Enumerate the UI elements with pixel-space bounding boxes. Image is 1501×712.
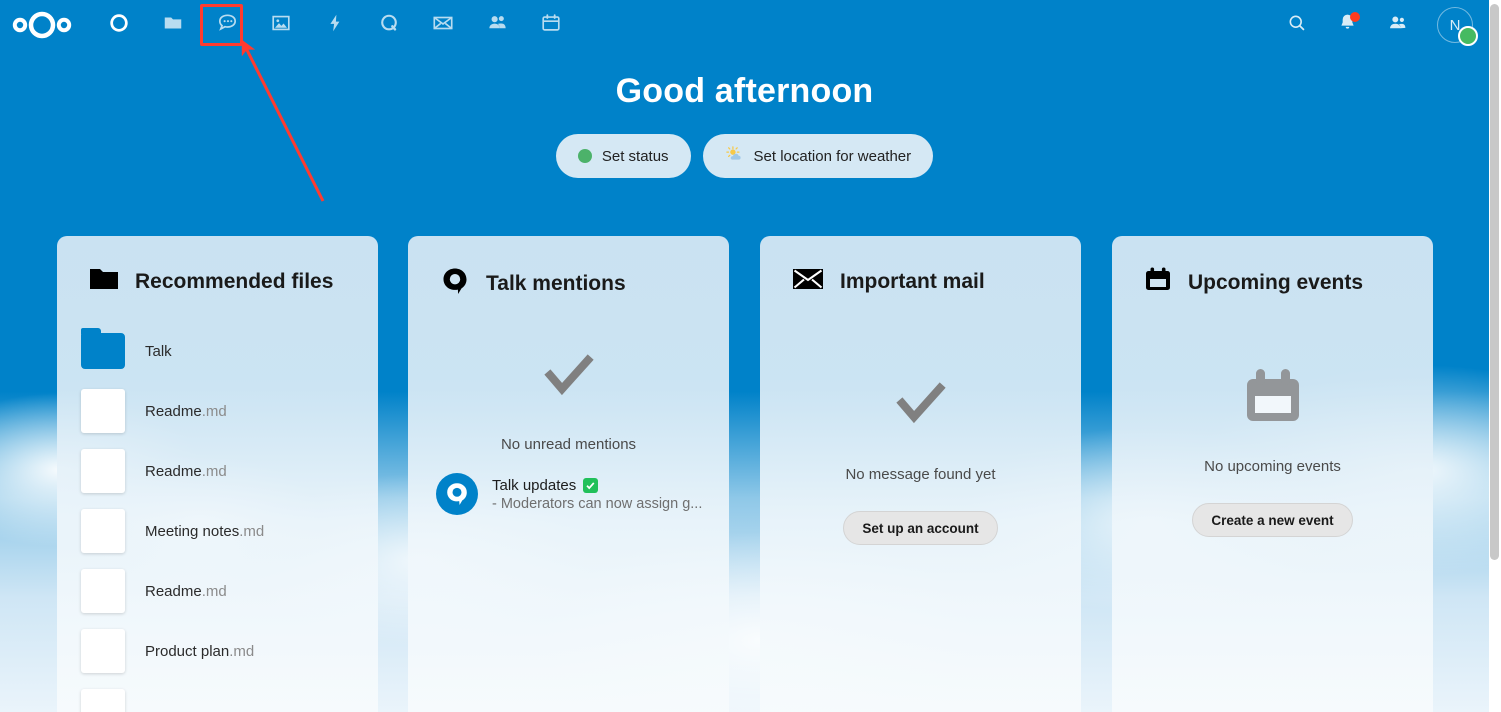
checkmark-icon — [892, 375, 950, 438]
app-header: N — [0, 0, 1489, 50]
list-item[interactable]: Product plan.md — [57, 621, 378, 681]
checkmark-icon — [540, 347, 598, 410]
header-actions: N — [1283, 0, 1478, 50]
file-name: Readme.md — [145, 582, 227, 600]
talk-update-item[interactable]: Talk updates - Moderators can now assign… — [408, 473, 729, 515]
talk-update-title: Talk updates — [492, 477, 702, 494]
folder-thumbnail-icon — [81, 328, 125, 369]
document-thumbnail-icon — [81, 389, 125, 433]
nav-item-dashboard[interactable] — [92, 0, 146, 50]
verified-check-icon — [583, 477, 599, 493]
document-thumbnail-icon — [81, 509, 125, 553]
widget-header: Important mail — [760, 236, 1081, 297]
folder-icon — [89, 266, 119, 297]
widget-header: Upcoming events — [1112, 236, 1433, 299]
contacts-icon — [1387, 12, 1408, 38]
calendar-icon — [540, 12, 562, 39]
widget-header: Talk mentions — [408, 236, 729, 301]
set-status-label: Set status — [601, 147, 669, 165]
talk-update-subtitle: - Moderators can now assign g... — [492, 495, 703, 512]
dashboard-widgets: Recommended files Talk Readme.md Readme.… — [0, 236, 1489, 712]
file-name: Readme.md — [145, 462, 227, 480]
list-item[interactable]: Readme.md — [57, 381, 378, 441]
file-list: Talk Readme.md Readme.md Meeting notes.m… — [57, 297, 378, 712]
widget-title: Talk mentions — [486, 271, 626, 295]
contacts-menu-button[interactable] — [1383, 11, 1411, 39]
circle-q-icon — [378, 12, 400, 39]
widget-upcoming-events: Upcoming events No upcoming events Creat… — [1112, 236, 1433, 712]
scrollbar-thumb[interactable] — [1490, 4, 1499, 560]
document-thumbnail-icon — [81, 569, 125, 613]
widget-recommended-files: Recommended files Talk Readme.md Readme.… — [57, 236, 378, 712]
talk-avatar — [436, 473, 478, 515]
nav-item-talk[interactable] — [200, 0, 254, 50]
widget-important-mail: Important mail No message found yet Set … — [760, 236, 1081, 712]
list-item[interactable]: Talk — [57, 321, 378, 381]
empty-state: No message found yet Set up an account — [760, 375, 1081, 545]
nav-item-activity[interactable] — [308, 0, 362, 50]
notifications-button[interactable] — [1333, 11, 1361, 39]
document-thumbnail-icon — [81, 629, 125, 673]
list-item[interactable]: Readme.md — [57, 441, 378, 501]
list-item[interactable]: Readme.md — [57, 561, 378, 621]
document-thumbnail-icon — [81, 689, 125, 712]
notification-badge — [1350, 12, 1360, 22]
mail-envelope-icon — [792, 266, 824, 297]
calendar-icon — [1144, 266, 1172, 299]
contacts-people-icon — [486, 11, 509, 39]
widget-header: Recommended files — [57, 236, 378, 297]
nav-item-deck[interactable] — [362, 0, 416, 50]
widget-title: Upcoming events — [1188, 270, 1364, 294]
empty-state-text: No upcoming events — [1204, 458, 1341, 475]
list-item[interactable]: Meeting notes.md — [57, 501, 378, 561]
list-item[interactable] — [57, 681, 378, 712]
nextcloud-logo[interactable] — [12, 11, 72, 39]
widget-title: Recommended files — [135, 269, 334, 293]
file-name: Talk — [145, 342, 172, 360]
mail-envelope-icon — [432, 12, 454, 39]
status-buttons-row: Set status Set location for weather — [0, 134, 1489, 178]
empty-state-text: No unread mentions — [500, 436, 637, 453]
create-event-button[interactable]: Create a new event — [1192, 503, 1353, 537]
nav-item-calendar[interactable] — [524, 0, 578, 50]
status-badge — [1458, 26, 1478, 46]
set-up-account-button[interactable]: Set up an account — [843, 511, 998, 545]
set-weather-label: Set location for weather — [753, 147, 912, 165]
nav-item-files[interactable] — [146, 0, 200, 50]
nav-item-mail[interactable] — [416, 0, 470, 50]
activity-lightning-icon — [324, 12, 346, 39]
talk-icon — [440, 266, 470, 301]
avatar[interactable]: N — [1437, 7, 1478, 46]
empty-state: No unread mentions — [408, 347, 729, 453]
file-name: Product plan.md — [145, 642, 255, 660]
empty-state-text: No message found yet — [845, 466, 996, 483]
talk-chat-bubble-icon — [216, 11, 239, 39]
empty-state: No upcoming events Create a new event — [1112, 367, 1433, 537]
document-thumbnail-icon — [81, 449, 125, 493]
nav-item-contacts[interactable] — [470, 0, 524, 50]
widget-title: Important mail — [840, 269, 985, 293]
weather-sun-icon — [725, 145, 744, 168]
app-navigation — [92, 0, 578, 50]
search-icon — [1287, 13, 1307, 38]
file-name: Meeting notes.md — [145, 522, 265, 540]
status-dot-icon — [577, 149, 592, 163]
page-title: Good afternoon — [615, 72, 874, 110]
search-button[interactable] — [1283, 11, 1311, 39]
set-weather-location-button[interactable]: Set location for weather — [702, 134, 934, 178]
file-name: Readme.md — [145, 402, 227, 420]
set-status-button[interactable]: Set status — [555, 134, 691, 178]
photos-image-icon — [270, 12, 292, 39]
widget-talk-mentions: Talk mentions No unread mentions Talk up… — [408, 236, 729, 712]
dashboard-page: N Good afternoon Set status Set location… — [0, 0, 1501, 712]
nav-item-photos[interactable] — [254, 0, 308, 50]
dashboard-icon — [108, 12, 130, 39]
calendar-icon — [1242, 367, 1304, 432]
folder-icon — [162, 12, 184, 39]
